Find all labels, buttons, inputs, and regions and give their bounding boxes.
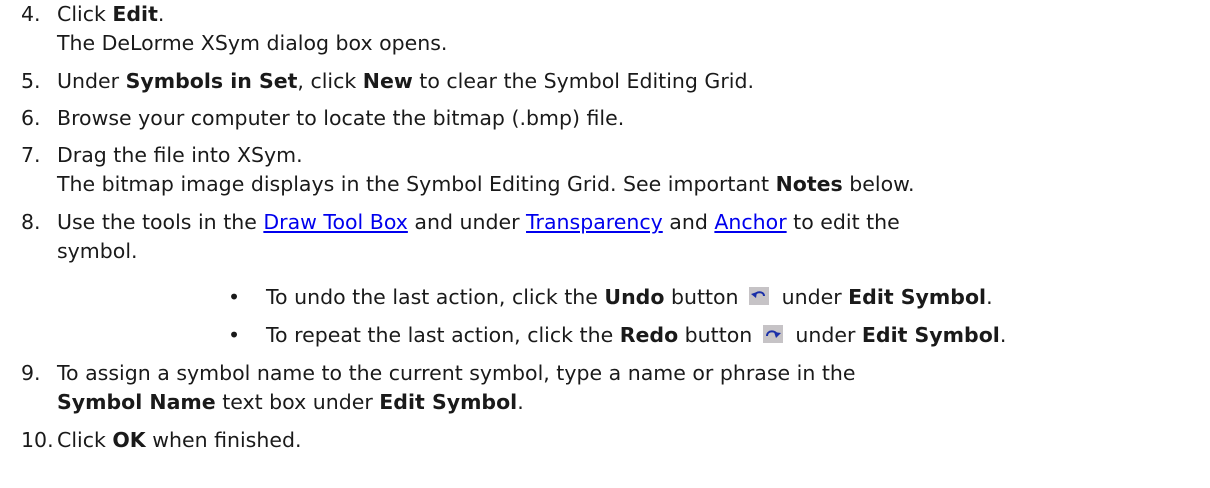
step-text: . [999, 323, 1007, 347]
step-line: symbol. [57, 239, 138, 263]
step-text: . [157, 2, 165, 26]
step-text: To repeat the last action, click the [266, 323, 620, 347]
step-result: The DeLorme XSym dialog box opens. [57, 31, 448, 55]
step-line: To assign a symbol name to the current s… [57, 361, 856, 385]
step-number: 9. [21, 361, 41, 385]
step-body: Under Symbols in Set, click New to clear… [57, 67, 1187, 96]
step-text: text box under [215, 390, 380, 414]
step-body: To assign a symbol name to the current s… [57, 359, 1187, 417]
step-line: Drag the file into XSym. [57, 143, 303, 167]
bullet-redo: • To repeat the last action, click the R… [0, 321, 1200, 350]
step-text: . [986, 285, 993, 309]
step-text: Click [57, 428, 113, 452]
step-body: Use the tools in the Draw Tool Box and u… [57, 208, 1187, 266]
bullet-dot: • [228, 285, 241, 309]
step-line: Click Edit. [57, 0, 1187, 29]
step-line: Under Symbols in Set, click New to clear… [57, 67, 1187, 96]
step-body: Drag the file into XSym. The bitmap imag… [57, 141, 1187, 199]
step-number: 4. [21, 2, 41, 26]
ui-term-symbols-in-set: Symbols in Set [125, 69, 298, 93]
ui-term-undo: Undo [604, 285, 665, 309]
step-text: button [664, 285, 746, 309]
instruction-steps: 4. Click Edit. The DeLorme XSym dialog b… [0, 0, 1210, 488]
step-text: under [788, 323, 862, 347]
ui-term-new: New [362, 69, 413, 93]
bullet-dot: • [228, 323, 241, 347]
step-text: under [775, 285, 849, 309]
step-text: when finished. [145, 428, 302, 452]
step-text: The bitmap image displays in the Symbol … [57, 172, 776, 196]
step-text: below. [842, 172, 915, 196]
step-body: Browse your computer to locate the bitma… [57, 104, 1187, 133]
ui-term-edit-symbol: Edit Symbol [379, 390, 518, 414]
bullet-text: To undo the last action, click the Undo … [266, 283, 993, 312]
redo-icon [762, 325, 783, 343]
step-number: 6. [21, 106, 41, 130]
bullet-undo: • To undo the last action, click the Und… [0, 283, 1200, 312]
step-text: and under [407, 210, 527, 234]
step-text: . [517, 390, 524, 414]
bullet-text: To repeat the last action, click the Red… [266, 321, 1006, 350]
undo-icon [749, 287, 770, 305]
step-text: to edit the [786, 210, 900, 234]
step-number: 5. [21, 69, 41, 93]
step-text: Click [57, 2, 113, 26]
step-text: Under [57, 69, 126, 93]
ui-term-notes: Notes [775, 172, 843, 196]
step-result: The bitmap image displays in the Symbol … [57, 170, 1187, 199]
step-text: , click [297, 69, 363, 93]
ui-term-symbol-name: Symbol Name [57, 390, 216, 414]
draw-tool-box-link[interactable]: Draw Tool Box [263, 210, 408, 234]
ui-term-edit-symbol: Edit Symbol [848, 285, 987, 309]
ui-term-edit-symbol: Edit Symbol [861, 323, 1000, 347]
ui-term-edit: Edit [112, 2, 158, 26]
anchor-link[interactable]: Anchor [714, 210, 786, 234]
step-line: Click OK when finished. [57, 426, 1187, 455]
step-text: to clear the Symbol Editing Grid. [412, 69, 754, 93]
ui-term-redo: Redo [619, 323, 679, 347]
step-body: Click Edit. The DeLorme XSym dialog box … [57, 0, 1187, 58]
step-text: Use the tools in the [57, 210, 264, 234]
step-line: Use the tools in the Draw Tool Box and u… [57, 208, 1187, 237]
step-number: 7. [21, 143, 41, 167]
step-line: Symbol Name text box under Edit Symbol. [57, 388, 1187, 417]
step-number: 10. [21, 428, 54, 452]
step-text: and [662, 210, 715, 234]
step-text: button [678, 323, 759, 347]
step-line: Browse your computer to locate the bitma… [57, 106, 625, 130]
step-body: Click OK when finished. [57, 426, 1187, 455]
step-text: To undo the last action, click the [266, 285, 605, 309]
step-number: 8. [21, 210, 41, 234]
transparency-link[interactable]: Transparency [526, 210, 663, 234]
ui-term-ok: OK [112, 428, 146, 452]
